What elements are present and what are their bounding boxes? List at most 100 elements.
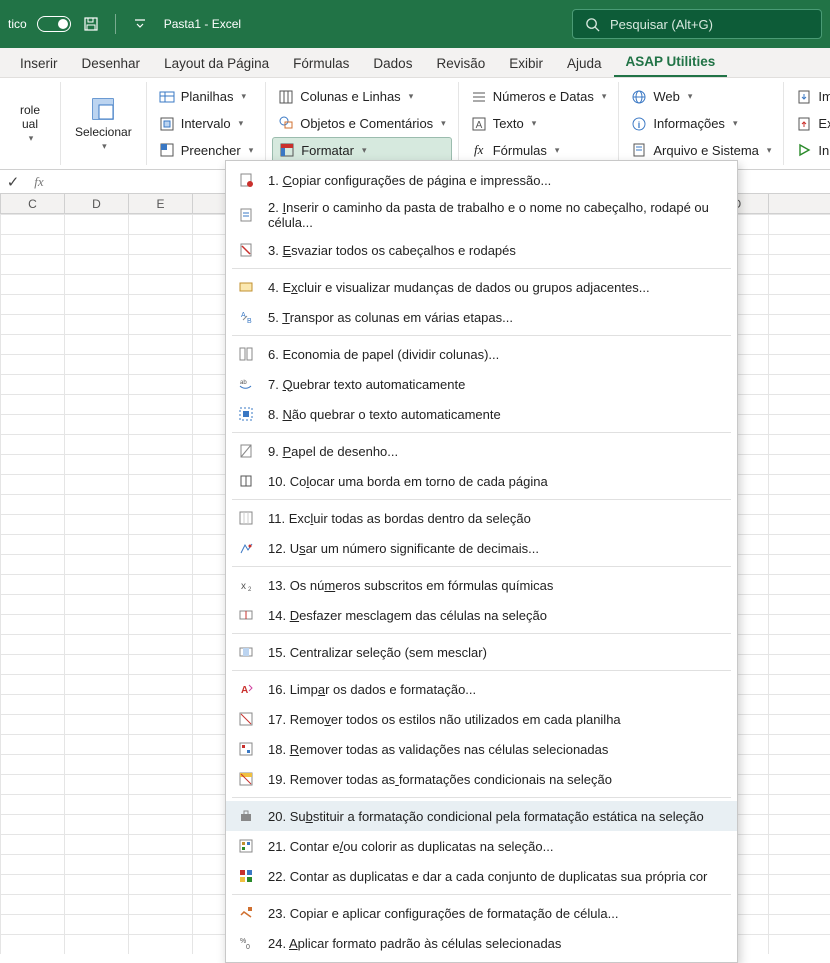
menu-item-icon bbox=[236, 806, 256, 826]
menu-separator bbox=[232, 499, 731, 500]
info-icon: i bbox=[631, 116, 647, 132]
menu-item-label: 8. Não quebrar o texto automaticamente bbox=[268, 407, 501, 422]
tab-asap-utilities[interactable]: ASAP Utilities bbox=[614, 49, 728, 77]
menu-item-14[interactable]: 14. Desfazer mesclagem das células na se… bbox=[226, 600, 737, 630]
autosave-toggle[interactable] bbox=[37, 16, 71, 32]
menu-item-21[interactable]: 21. Contar e/ou colorir as duplicatas na… bbox=[226, 831, 737, 861]
menu-item-icon bbox=[236, 538, 256, 558]
menu-item-3[interactable]: 3. Esvaziar todos os cabeçalhos e rodapé… bbox=[226, 235, 737, 265]
menu-item-label: 24. Aplicar formato padrão às células se… bbox=[268, 936, 561, 951]
group-data: Números e Datas▾ A Texto▾ fx Fórmulas▾ bbox=[459, 82, 620, 165]
btn-colunas-linhas[interactable]: Colunas e Linhas▾ bbox=[272, 84, 451, 110]
menu-item-11[interactable]: 11. Excluir todas as bordas dentro da se… bbox=[226, 503, 737, 533]
btn-informacoes[interactable]: i Informações▾ bbox=[625, 111, 777, 137]
menu-item-label: 6. Economia de papel (dividir colunas)..… bbox=[268, 347, 499, 362]
btn-web[interactable]: Web▾ bbox=[625, 84, 777, 110]
fx-icon[interactable]: fx bbox=[26, 174, 52, 190]
web-icon bbox=[631, 89, 647, 105]
tab-inserir[interactable]: Inserir bbox=[8, 51, 70, 77]
search-box[interactable]: Pesquisar (Alt+G) bbox=[572, 9, 822, 39]
menu-item-1[interactable]: 1. Copiar configurações de página e impr… bbox=[226, 165, 737, 195]
tab-dados[interactable]: Dados bbox=[361, 51, 424, 77]
svg-text:ab: ab bbox=[240, 380, 247, 386]
svg-text:A: A bbox=[475, 120, 482, 131]
menu-item-icon bbox=[236, 240, 256, 260]
btn-iniciar[interactable]: Iniciar▾ bbox=[790, 137, 830, 163]
menu-separator bbox=[232, 633, 731, 634]
menu-item-2[interactable]: 2. Inserir o caminho da pasta de trabalh… bbox=[226, 195, 737, 235]
menu-item-icon: A bbox=[236, 679, 256, 699]
tab-layout[interactable]: Layout da Página bbox=[152, 51, 281, 77]
tab-exibir[interactable]: Exibir bbox=[497, 51, 555, 77]
text-icon: A bbox=[471, 116, 487, 132]
svg-text:i: i bbox=[638, 120, 641, 130]
column-header[interactable]: C bbox=[1, 194, 65, 213]
btn-selecionar[interactable]: Selecionar ▾ bbox=[67, 91, 140, 156]
menu-item-icon bbox=[236, 769, 256, 789]
format-icon bbox=[279, 142, 295, 158]
fx-accept[interactable]: ✓ bbox=[0, 173, 26, 191]
btn-exportar[interactable]: Exportar▾ bbox=[790, 111, 830, 137]
group-format: Colunas e Linhas▾ Objetos e Comentários▾… bbox=[266, 82, 458, 165]
menu-item-4[interactable]: 4. Excluir e visualizar mudanças de dado… bbox=[226, 272, 737, 302]
btn-numeros-datas[interactable]: Números e Datas▾ bbox=[465, 84, 613, 110]
import-icon bbox=[796, 89, 812, 105]
btn-intervalo[interactable]: Intervalo▾ bbox=[153, 111, 260, 137]
range-icon bbox=[159, 116, 175, 132]
menu-item-icon bbox=[236, 441, 256, 461]
svg-text:x: x bbox=[241, 581, 246, 592]
menu-item-label: 13. Os números subscritos em fórmulas qu… bbox=[268, 578, 553, 593]
menu-item-icon bbox=[236, 739, 256, 759]
ribbon-content: role ual ▾ Selecionar ▾ Planilhas▾ Inter… bbox=[0, 78, 830, 170]
menu-item-label: 10. Colocar uma borda em torno de cada p… bbox=[268, 474, 548, 489]
menu-separator bbox=[232, 566, 731, 567]
menu-item-label: 17. Remover todos os estilos não utiliza… bbox=[268, 712, 621, 727]
chevron-down-icon: ▾ bbox=[29, 133, 34, 144]
tab-revisao[interactable]: Revisão bbox=[424, 51, 497, 77]
menu-item-icon bbox=[236, 404, 256, 424]
menu-item-15[interactable]: 15. Centralizar seleção (sem mesclar) bbox=[226, 637, 737, 667]
menu-item-19[interactable]: 19. Remover todas as formatações condici… bbox=[226, 764, 737, 794]
menu-item-17[interactable]: 17. Remover todos os estilos não utiliza… bbox=[226, 704, 737, 734]
menu-item-label: 14. Desfazer mesclagem das células na se… bbox=[268, 608, 547, 623]
menu-item-7[interactable]: ab7. Quebrar texto automaticamente bbox=[226, 369, 737, 399]
tab-ajuda[interactable]: Ajuda bbox=[555, 51, 614, 77]
menu-item-label: 22. Contar as duplicatas e dar a cada co… bbox=[268, 869, 707, 884]
menu-item-23[interactable]: 23. Copiar e aplicar configurações de fo… bbox=[226, 898, 737, 928]
menu-item-icon bbox=[236, 277, 256, 297]
menu-item-icon bbox=[236, 605, 256, 625]
menu-item-9[interactable]: 9. Papel de desenho... bbox=[226, 436, 737, 466]
column-header[interactable]: E bbox=[129, 194, 193, 213]
menu-item-18[interactable]: 18. Remover todas as validações nas célu… bbox=[226, 734, 737, 764]
svg-text:A: A bbox=[241, 685, 248, 696]
qat-customize[interactable] bbox=[126, 10, 154, 38]
fill-icon bbox=[159, 142, 175, 158]
btn-controle[interactable]: role ual ▾ bbox=[6, 99, 54, 149]
menu-item-5[interactable]: AB5. Transpor as colunas em várias etapa… bbox=[226, 302, 737, 332]
tab-desenhar[interactable]: Desenhar bbox=[70, 51, 153, 77]
menu-item-label: 15. Centralizar seleção (sem mesclar) bbox=[268, 645, 487, 660]
formatar-menu: 1. Copiar configurações de página e impr… bbox=[225, 160, 738, 963]
menu-item-20[interactable]: 20. Substituir a formatação condicional … bbox=[226, 801, 737, 831]
btn-importar[interactable]: Importar▾ bbox=[790, 84, 830, 110]
menu-item-24[interactable]: %024. Aplicar formato padrão às células … bbox=[226, 928, 737, 958]
menu-item-13[interactable]: x2 13. Os números subscritos em fórmulas … bbox=[226, 570, 737, 600]
svg-text:B: B bbox=[247, 318, 252, 325]
menu-item-12[interactable]: 12. Usar um número significante de decim… bbox=[226, 533, 737, 563]
menu-item-16[interactable]: A16. Limpar os dados e formatação... bbox=[226, 674, 737, 704]
title-left: tico Pasta1 - Excel bbox=[8, 10, 241, 38]
menu-item-10[interactable]: 10. Colocar uma borda em torno de cada p… bbox=[226, 466, 737, 496]
column-header[interactable]: D bbox=[65, 194, 129, 213]
menu-item-6[interactable]: 6. Economia de papel (dividir colunas)..… bbox=[226, 339, 737, 369]
menu-item-22[interactable]: 22. Contar as duplicatas e dar a cada co… bbox=[226, 861, 737, 891]
btn-planilhas[interactable]: Planilhas▾ bbox=[153, 84, 260, 110]
btn-texto[interactable]: A Texto▾ bbox=[465, 111, 613, 137]
tab-formulas[interactable]: Fórmulas bbox=[281, 51, 361, 77]
menu-item-8[interactable]: 8. Não quebrar o texto automaticamente bbox=[226, 399, 737, 429]
menu-separator bbox=[232, 797, 731, 798]
menu-item-icon bbox=[236, 170, 256, 190]
group-controle: role ual ▾ bbox=[0, 82, 61, 165]
menu-item-icon: x2 bbox=[236, 575, 256, 595]
btn-objetos[interactable]: Objetos e Comentários▾ bbox=[272, 111, 451, 137]
save-button[interactable] bbox=[77, 10, 105, 38]
